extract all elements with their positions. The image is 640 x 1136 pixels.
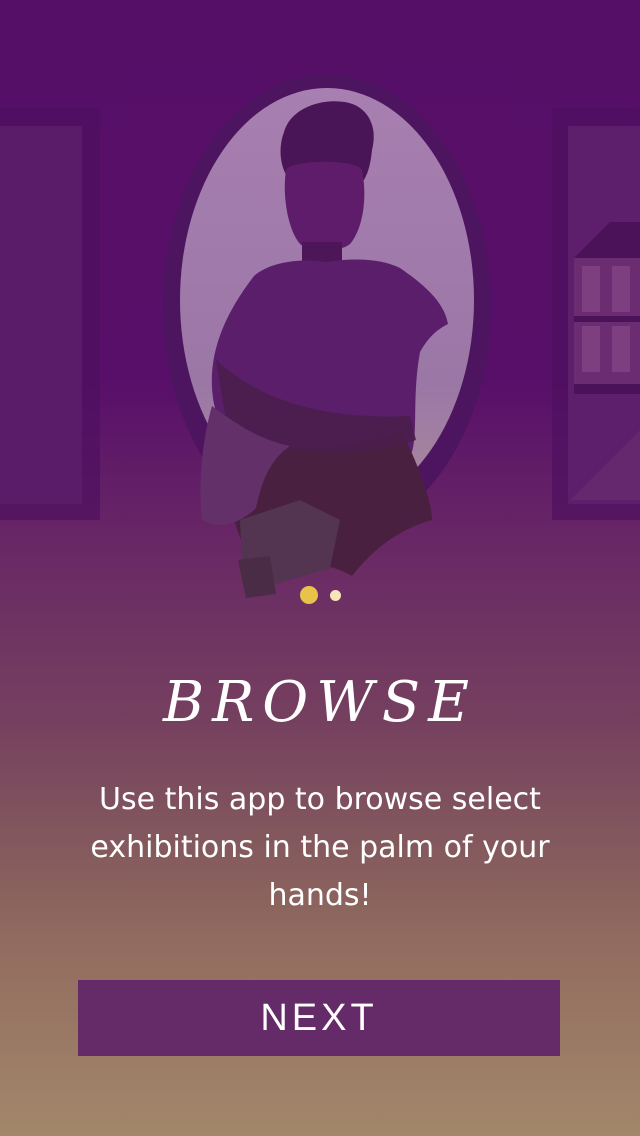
right-wall-frame [552,108,640,520]
page-dot-inactive[interactable] [329,589,341,601]
page-indicator [0,586,640,604]
page-dot-active[interactable] [299,586,318,604]
onboarding-title: BROWSE [162,670,478,735]
next-button[interactable]: NEXT [78,980,560,1056]
onboarding-screen: BROWSE Use this app to browse select exh… [0,0,640,1136]
left-wall-frame [0,108,100,520]
onboarding-illustration [0,74,640,598]
onboarding-description: Use this app to browse select exhibition… [90,782,550,913]
